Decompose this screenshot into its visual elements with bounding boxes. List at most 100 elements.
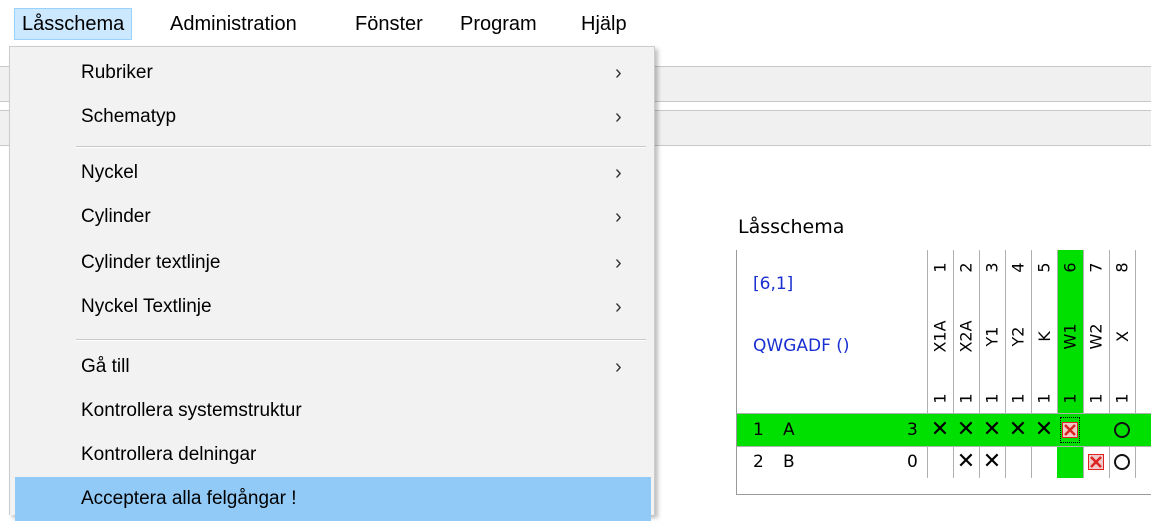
schedule-cell[interactable]: [1005, 446, 1031, 478]
opens-mark-icon: ✕: [956, 449, 976, 474]
cylinder-column-header[interactable]: 5 K 1: [1031, 250, 1057, 413]
schedule-cell[interactable]: [1083, 414, 1109, 446]
lasschema-dropdown-menu: Rubriker › Schematyp › Nyckel › Cylinder › Cylin…: [9, 46, 655, 521]
column-number: 2: [956, 261, 976, 273]
schedule-cell[interactable]: ✕: [1031, 414, 1057, 446]
menu-bar: Låsschema Administration Fönster Program…: [0, 0, 1151, 46]
column-count: 1: [1008, 392, 1028, 404]
schedule-cell[interactable]: [1109, 446, 1135, 478]
schedule-cell[interactable]: ✕: [1005, 414, 1031, 446]
menu-item-label: Nyckel Textlinje: [81, 296, 212, 317]
menu-item-rubriker[interactable]: Rubriker ›: [15, 51, 651, 95]
menu-item-nyckel[interactable]: Nyckel ›: [15, 151, 651, 195]
row-key-name: B: [783, 452, 795, 472]
column-number: 6: [1060, 261, 1080, 273]
submenu-arrow-icon: ›: [615, 296, 622, 318]
menu-lasschema[interactable]: Låsschema: [14, 8, 133, 40]
cylinder-column-header[interactable]: 6 W1 1: [1057, 250, 1083, 413]
column-number: 1: [930, 261, 950, 273]
system-name: QWGADF (): [753, 336, 850, 356]
menu-item-label: Gå till: [81, 356, 130, 377]
menu-fonster[interactable]: Fönster: [348, 8, 430, 40]
column-name: X: [1112, 330, 1132, 342]
menu-item-acceptera-alla-felgangar[interactable]: Acceptera alla felgångar !: [15, 477, 651, 521]
opens-mark-icon: ✕: [982, 417, 1002, 442]
submenu-arrow-icon: ›: [615, 106, 622, 128]
schedule-cell[interactable]: ✕: [953, 446, 979, 478]
menu-item-label: Kontrollera delningar: [81, 444, 257, 465]
menu-item-label: Nyckel: [81, 162, 139, 183]
menu-item-schematyp[interactable]: Schematyp ›: [15, 95, 651, 139]
column-number: 3: [982, 261, 1002, 273]
column-count: 1: [956, 392, 976, 404]
menu-item-label: Cylinder textlinje: [81, 252, 221, 273]
circle-mark-icon: [1114, 454, 1130, 470]
row-number: 1: [753, 420, 764, 440]
column-number: 7: [1086, 261, 1106, 273]
grid-bottom-border: [736, 494, 1151, 495]
menu-item-kontrollera-delningar[interactable]: Kontrollera delningar: [15, 433, 651, 477]
column-name: K: [1034, 330, 1054, 342]
row-number: 2: [753, 452, 764, 472]
menu-item-ga-till[interactable]: Gå till ›: [15, 345, 651, 389]
key-row[interactable]: 1 A 3 ✕ ✕ ✕ ✕ ✕: [737, 414, 1151, 446]
opens-mark-icon: ✕: [930, 417, 950, 442]
submenu-arrow-icon: ›: [615, 252, 622, 274]
row-key-name: A: [783, 420, 795, 440]
cylinder-column-header[interactable]: 2 X2A 1: [953, 250, 979, 413]
schedule-cell[interactable]: ✕: [953, 414, 979, 446]
lock-schedule-title: Låsschema: [738, 216, 845, 238]
error-mark-icon: [1062, 422, 1078, 438]
menu-program[interactable]: Program: [453, 8, 544, 40]
submenu-arrow-icon: ›: [615, 162, 622, 184]
schedule-cell[interactable]: [927, 446, 953, 478]
menu-item-cylinder[interactable]: Cylinder ›: [15, 195, 651, 239]
column-name: X2A: [956, 319, 976, 353]
schedule-cell[interactable]: [1109, 414, 1135, 446]
position-indicator: [6,1]: [753, 274, 794, 294]
schedule-cell[interactable]: [1083, 446, 1109, 478]
column-number: 4: [1008, 261, 1028, 273]
cylinder-column-header[interactable]: 3 Y1 1: [979, 250, 1005, 413]
menu-item-label: Acceptera alla felgångar !: [81, 488, 297, 509]
schedule-cell[interactable]: [1031, 446, 1057, 478]
lock-schedule-grid[interactable]: [6,1] QWGADF () 1 X1A 1 2 X2A 1 3 Y1 1 4 Y2 1 5 K 1 6 W1…: [736, 250, 1151, 494]
menu-item-nyckel-textlinje[interactable]: Nyckel Textlinje ›: [15, 285, 651, 329]
schedule-cell[interactable]: ✕: [927, 414, 953, 446]
cylinder-column-header[interactable]: 7 W2 1: [1083, 250, 1109, 413]
column-count: 1: [982, 392, 1002, 404]
column-name: X1A: [930, 319, 950, 353]
column-count: 1: [1060, 392, 1080, 404]
menu-item-label: Rubriker: [81, 62, 153, 83]
menu-hjalp[interactable]: Hjälp: [574, 8, 634, 40]
menu-separator: [76, 146, 646, 148]
menu-item-label: Cylinder: [81, 206, 151, 227]
opens-mark-icon: ✕: [982, 449, 1002, 474]
submenu-arrow-icon: ›: [615, 62, 622, 84]
menu-item-kontrollera-systemstruktur[interactable]: Kontrollera systemstruktur: [15, 389, 651, 433]
schedule-cell[interactable]: ✕: [979, 446, 1005, 478]
schedule-cell[interactable]: ✕: [979, 414, 1005, 446]
column-count: 1: [930, 392, 950, 404]
column-name: Y2: [1008, 326, 1028, 346]
column-name: Y1: [982, 326, 1002, 346]
menu-administration[interactable]: Administration: [163, 8, 304, 40]
opens-mark-icon: ✕: [1034, 417, 1054, 442]
row-count: 3: [907, 420, 918, 440]
opens-mark-icon: ✕: [956, 417, 976, 442]
schedule-cell[interactable]: [1057, 446, 1083, 478]
grid-line: [737, 446, 1151, 447]
cylinder-column-header[interactable]: 8 X 1: [1109, 250, 1135, 413]
cylinder-column-header[interactable]: 1 X1A 1: [927, 250, 953, 413]
column-count: 1: [1112, 392, 1132, 404]
column-number: 5: [1034, 261, 1054, 273]
submenu-arrow-icon: ›: [615, 206, 622, 228]
column-count: 1: [1086, 392, 1106, 404]
schedule-cell[interactable]: [1057, 414, 1083, 446]
key-row[interactable]: 2 B 0 ✕ ✕: [737, 446, 1151, 478]
column-name: W1: [1060, 323, 1080, 349]
column-name: W2: [1086, 323, 1106, 349]
cylinder-column-header[interactable]: 4 Y2 1: [1005, 250, 1031, 413]
menu-item-label: Schematyp: [81, 106, 177, 127]
menu-item-cylinder-textlinje[interactable]: Cylinder textlinje ›: [15, 241, 651, 285]
